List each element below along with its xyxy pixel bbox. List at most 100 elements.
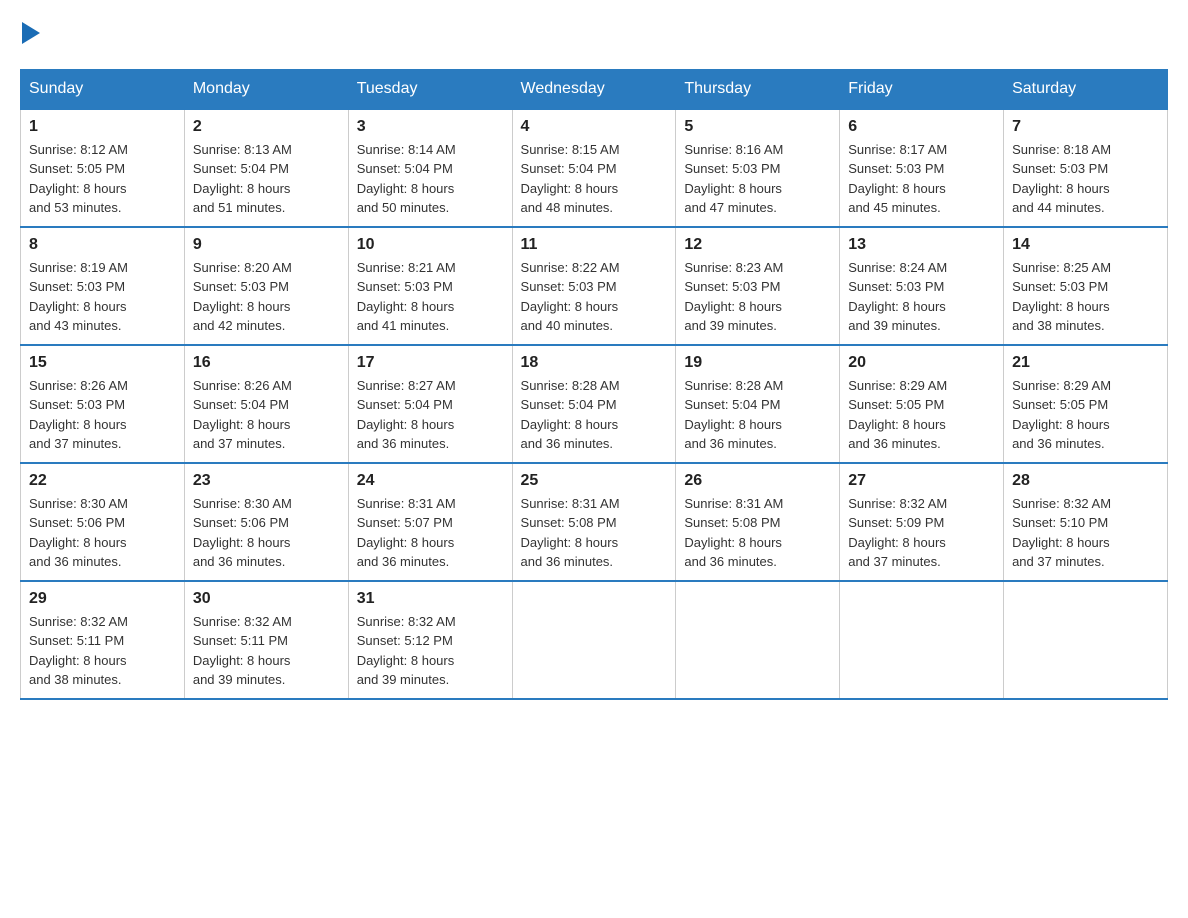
day-info: Sunrise: 8:32 AM Sunset: 5:11 PM Dayligh… (193, 612, 340, 690)
day-info: Sunrise: 8:31 AM Sunset: 5:07 PM Dayligh… (357, 494, 504, 572)
day-info: Sunrise: 8:15 AM Sunset: 5:04 PM Dayligh… (521, 140, 668, 218)
calendar-cell: 27 Sunrise: 8:32 AM Sunset: 5:09 PM Dayl… (840, 463, 1004, 581)
calendar-cell: 2 Sunrise: 8:13 AM Sunset: 5:04 PM Dayli… (184, 109, 348, 227)
calendar-cell: 21 Sunrise: 8:29 AM Sunset: 5:05 PM Dayl… (1004, 345, 1168, 463)
day-info: Sunrise: 8:18 AM Sunset: 5:03 PM Dayligh… (1012, 140, 1159, 218)
day-number: 30 (193, 590, 340, 608)
calendar-week-3: 15 Sunrise: 8:26 AM Sunset: 5:03 PM Dayl… (21, 345, 1168, 463)
page-header (20, 20, 1168, 49)
day-number: 1 (29, 118, 176, 136)
day-number: 23 (193, 472, 340, 490)
calendar-cell: 9 Sunrise: 8:20 AM Sunset: 5:03 PM Dayli… (184, 227, 348, 345)
day-number: 27 (848, 472, 995, 490)
calendar-cell: 4 Sunrise: 8:15 AM Sunset: 5:04 PM Dayli… (512, 109, 676, 227)
day-info: Sunrise: 8:20 AM Sunset: 5:03 PM Dayligh… (193, 258, 340, 336)
day-number: 6 (848, 118, 995, 136)
day-info: Sunrise: 8:21 AM Sunset: 5:03 PM Dayligh… (357, 258, 504, 336)
calendar-cell: 26 Sunrise: 8:31 AM Sunset: 5:08 PM Dayl… (676, 463, 840, 581)
day-info: Sunrise: 8:30 AM Sunset: 5:06 PM Dayligh… (193, 494, 340, 572)
day-info: Sunrise: 8:30 AM Sunset: 5:06 PM Dayligh… (29, 494, 176, 572)
calendar-week-1: 1 Sunrise: 8:12 AM Sunset: 5:05 PM Dayli… (21, 109, 1168, 227)
header-tuesday: Tuesday (348, 69, 512, 109)
calendar-table: SundayMondayTuesdayWednesdayThursdayFrid… (20, 69, 1168, 700)
day-number: 25 (521, 472, 668, 490)
day-info: Sunrise: 8:28 AM Sunset: 5:04 PM Dayligh… (684, 376, 831, 454)
calendar-cell: 5 Sunrise: 8:16 AM Sunset: 5:03 PM Dayli… (676, 109, 840, 227)
day-info: Sunrise: 8:19 AM Sunset: 5:03 PM Dayligh… (29, 258, 176, 336)
day-number: 17 (357, 354, 504, 372)
day-info: Sunrise: 8:28 AM Sunset: 5:04 PM Dayligh… (521, 376, 668, 454)
header-monday: Monday (184, 69, 348, 109)
day-number: 12 (684, 236, 831, 254)
day-number: 4 (521, 118, 668, 136)
header-saturday: Saturday (1004, 69, 1168, 109)
day-info: Sunrise: 8:32 AM Sunset: 5:10 PM Dayligh… (1012, 494, 1159, 572)
calendar-cell: 22 Sunrise: 8:30 AM Sunset: 5:06 PM Dayl… (21, 463, 185, 581)
day-number: 22 (29, 472, 176, 490)
day-number: 20 (848, 354, 995, 372)
day-number: 3 (357, 118, 504, 136)
day-info: Sunrise: 8:29 AM Sunset: 5:05 PM Dayligh… (848, 376, 995, 454)
day-number: 13 (848, 236, 995, 254)
calendar-cell: 25 Sunrise: 8:31 AM Sunset: 5:08 PM Dayl… (512, 463, 676, 581)
day-number: 21 (1012, 354, 1159, 372)
day-number: 24 (357, 472, 504, 490)
calendar-cell (512, 581, 676, 699)
calendar-cell: 30 Sunrise: 8:32 AM Sunset: 5:11 PM Dayl… (184, 581, 348, 699)
calendar-week-4: 22 Sunrise: 8:30 AM Sunset: 5:06 PM Dayl… (21, 463, 1168, 581)
day-number: 10 (357, 236, 504, 254)
day-number: 8 (29, 236, 176, 254)
calendar-cell: 28 Sunrise: 8:32 AM Sunset: 5:10 PM Dayl… (1004, 463, 1168, 581)
day-number: 16 (193, 354, 340, 372)
day-number: 7 (1012, 118, 1159, 136)
calendar-cell: 3 Sunrise: 8:14 AM Sunset: 5:04 PM Dayli… (348, 109, 512, 227)
day-info: Sunrise: 8:22 AM Sunset: 5:03 PM Dayligh… (521, 258, 668, 336)
day-number: 26 (684, 472, 831, 490)
calendar-cell: 10 Sunrise: 8:21 AM Sunset: 5:03 PM Dayl… (348, 227, 512, 345)
day-number: 2 (193, 118, 340, 136)
day-info: Sunrise: 8:26 AM Sunset: 5:04 PM Dayligh… (193, 376, 340, 454)
calendar-cell: 24 Sunrise: 8:31 AM Sunset: 5:07 PM Dayl… (348, 463, 512, 581)
day-number: 31 (357, 590, 504, 608)
day-info: Sunrise: 8:26 AM Sunset: 5:03 PM Dayligh… (29, 376, 176, 454)
day-number: 5 (684, 118, 831, 136)
day-info: Sunrise: 8:32 AM Sunset: 5:09 PM Dayligh… (848, 494, 995, 572)
day-number: 15 (29, 354, 176, 372)
day-info: Sunrise: 8:29 AM Sunset: 5:05 PM Dayligh… (1012, 376, 1159, 454)
day-number: 11 (521, 236, 668, 254)
calendar-cell: 11 Sunrise: 8:22 AM Sunset: 5:03 PM Dayl… (512, 227, 676, 345)
calendar-cell: 8 Sunrise: 8:19 AM Sunset: 5:03 PM Dayli… (21, 227, 185, 345)
day-number: 14 (1012, 236, 1159, 254)
calendar-cell: 12 Sunrise: 8:23 AM Sunset: 5:03 PM Dayl… (676, 227, 840, 345)
day-info: Sunrise: 8:14 AM Sunset: 5:04 PM Dayligh… (357, 140, 504, 218)
header-sunday: Sunday (21, 69, 185, 109)
day-info: Sunrise: 8:31 AM Sunset: 5:08 PM Dayligh… (521, 494, 668, 572)
header-wednesday: Wednesday (512, 69, 676, 109)
day-number: 28 (1012, 472, 1159, 490)
calendar-cell: 18 Sunrise: 8:28 AM Sunset: 5:04 PM Dayl… (512, 345, 676, 463)
calendar-week-5: 29 Sunrise: 8:32 AM Sunset: 5:11 PM Dayl… (21, 581, 1168, 699)
day-info: Sunrise: 8:32 AM Sunset: 5:12 PM Dayligh… (357, 612, 504, 690)
day-info: Sunrise: 8:17 AM Sunset: 5:03 PM Dayligh… (848, 140, 995, 218)
calendar-cell: 6 Sunrise: 8:17 AM Sunset: 5:03 PM Dayli… (840, 109, 1004, 227)
day-info: Sunrise: 8:31 AM Sunset: 5:08 PM Dayligh… (684, 494, 831, 572)
calendar-cell: 29 Sunrise: 8:32 AM Sunset: 5:11 PM Dayl… (21, 581, 185, 699)
calendar-cell: 16 Sunrise: 8:26 AM Sunset: 5:04 PM Dayl… (184, 345, 348, 463)
calendar-cell: 23 Sunrise: 8:30 AM Sunset: 5:06 PM Dayl… (184, 463, 348, 581)
day-info: Sunrise: 8:16 AM Sunset: 5:03 PM Dayligh… (684, 140, 831, 218)
calendar-cell (840, 581, 1004, 699)
logo-arrow-icon (22, 22, 40, 44)
calendar-week-2: 8 Sunrise: 8:19 AM Sunset: 5:03 PM Dayli… (21, 227, 1168, 345)
day-number: 9 (193, 236, 340, 254)
logo (20, 20, 40, 49)
day-info: Sunrise: 8:24 AM Sunset: 5:03 PM Dayligh… (848, 258, 995, 336)
calendar-cell: 19 Sunrise: 8:28 AM Sunset: 5:04 PM Dayl… (676, 345, 840, 463)
day-number: 19 (684, 354, 831, 372)
calendar-cell (1004, 581, 1168, 699)
calendar-cell: 20 Sunrise: 8:29 AM Sunset: 5:05 PM Dayl… (840, 345, 1004, 463)
calendar-cell: 14 Sunrise: 8:25 AM Sunset: 5:03 PM Dayl… (1004, 227, 1168, 345)
calendar-cell: 15 Sunrise: 8:26 AM Sunset: 5:03 PM Dayl… (21, 345, 185, 463)
calendar-cell: 1 Sunrise: 8:12 AM Sunset: 5:05 PM Dayli… (21, 109, 185, 227)
calendar-cell: 7 Sunrise: 8:18 AM Sunset: 5:03 PM Dayli… (1004, 109, 1168, 227)
day-info: Sunrise: 8:12 AM Sunset: 5:05 PM Dayligh… (29, 140, 176, 218)
